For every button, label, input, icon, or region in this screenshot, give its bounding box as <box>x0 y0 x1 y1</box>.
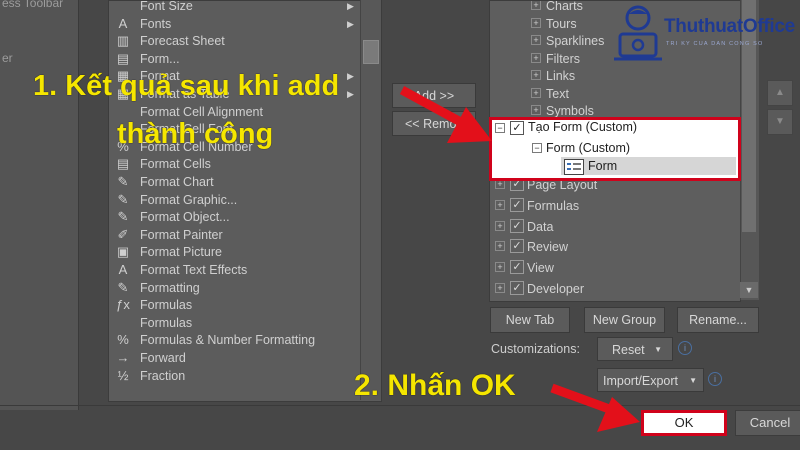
annotation-step1-line2: thành công <box>117 118 274 150</box>
logo-wordmark: ThuthuatOffice <box>664 16 795 37</box>
annotation-step1-line1: 1. Kết quả sau khi add <box>33 70 340 102</box>
arrow-to-custom-tab-icon <box>399 86 492 143</box>
arrow-to-ok-icon <box>550 383 640 432</box>
logo-tagline: TRI KY CUA DAN CONG SO <box>666 41 764 47</box>
logo-person-icon <box>614 5 662 61</box>
annotation-step2: 2. Nhấn OK <box>354 369 516 402</box>
